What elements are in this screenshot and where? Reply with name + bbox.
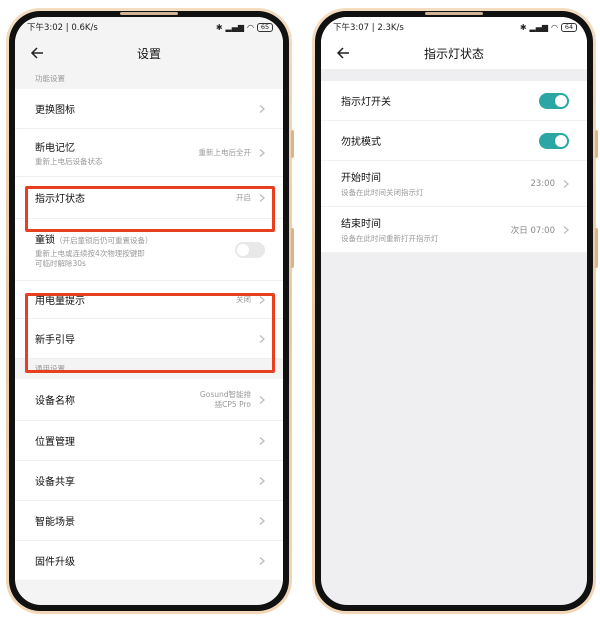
- status-bar: 下午3:02 | 0.6K/s ✱ ▂▄▆ ◠ 65: [15, 17, 283, 37]
- setting-device-sharing[interactable]: 设备共享: [15, 461, 283, 501]
- chevron-right-icon: [259, 516, 265, 525]
- indicator-switch-toggle[interactable]: [539, 92, 569, 109]
- bluetooth-icon: ✱: [215, 22, 223, 32]
- chevron-right-icon: [259, 556, 265, 565]
- setting-label: 勿扰模式: [341, 137, 381, 148]
- setting-label: 用电量提示: [35, 296, 85, 307]
- chevron-right-icon: [563, 225, 569, 234]
- chevron-right-icon: [563, 179, 569, 188]
- setting-change-icon[interactable]: 更换图标: [15, 89, 283, 129]
- side-button: [595, 130, 598, 158]
- setting-indicator-light[interactable]: 指示灯状态 开启: [15, 177, 283, 219]
- chevron-right-icon: [259, 193, 265, 202]
- setting-start-time[interactable]: 开始时间 设备在此时间关闭指示灯 23:00: [321, 161, 587, 207]
- left-phone: 下午3:02 | 0.6K/s ✱ ▂▄▆ ◠ 65 设置 功能设置 更换图标: [6, 8, 294, 614]
- setting-label: 设备共享: [35, 477, 75, 488]
- setting-value: 重新上电后全开: [198, 147, 252, 157]
- title-bar: 指示灯状态: [321, 37, 587, 69]
- setting-do-not-disturb: 勿扰模式: [321, 121, 587, 161]
- setting-power-memory[interactable]: 断电记忆 重新上电后设备状态 重新上电后全开: [15, 129, 283, 177]
- setting-child-lock: 童锁（开启童锁后仍可重置设备） 重新上电或连续按4次物理按键即 可临时解除30s: [15, 219, 283, 281]
- page-title: 设置: [136, 46, 161, 61]
- setting-indicator-switch: 指示灯开关: [321, 81, 587, 121]
- side-button: [291, 130, 294, 158]
- setting-value: 开启: [236, 192, 251, 202]
- battery-icon: 65: [257, 22, 273, 32]
- setting-value: 关闭: [236, 294, 251, 304]
- setting-beginner-guide[interactable]: 新手引导: [15, 319, 283, 359]
- setting-label: 童锁（开启童锁后仍可重置设备）: [35, 234, 153, 246]
- wifi-icon: ◠: [247, 22, 254, 32]
- setting-label: 指示灯状态: [35, 194, 85, 205]
- setting-firmware-upgrade[interactable]: 固件升级: [15, 541, 283, 581]
- settings-screen: 下午3:02 | 0.6K/s ✱ ▂▄▆ ◠ 65 设置 功能设置 更换图标: [15, 17, 283, 605]
- side-button: [595, 228, 598, 268]
- battery-icon: 64: [561, 22, 577, 32]
- section-header-general: 通用设置: [15, 359, 283, 379]
- setting-end-time[interactable]: 结束时间 设备在此时间重新打开指示灯 次日 07:00: [321, 207, 587, 253]
- chevron-right-icon: [259, 104, 265, 113]
- spacer: [321, 69, 587, 81]
- setting-value: Gosund智能排 插CP5 Pro: [199, 389, 251, 409]
- setting-sub: 设备在此时间关闭指示灯: [341, 188, 424, 197]
- right-phone: 下午3:07 | 2.3K/s ✱ ▂▄▆ ◠ 64 指示灯状态 指示灯开关 勿…: [312, 8, 598, 614]
- status-bar: 下午3:07 | 2.3K/s ✱ ▂▄▆ ◠ 64: [321, 17, 587, 37]
- child-lock-toggle[interactable]: [235, 241, 265, 258]
- status-icons: ✱ ▂▄▆ ◠ 64: [519, 22, 577, 32]
- chevron-right-icon: [259, 436, 265, 445]
- setting-label: 新手引导: [35, 335, 75, 346]
- setting-power-usage-alert[interactable]: 用电量提示 关闭: [15, 281, 283, 319]
- setting-label: 断电记忆: [35, 142, 75, 154]
- wifi-icon: ◠: [551, 22, 558, 32]
- setting-smart-scene[interactable]: 智能场景: [15, 501, 283, 541]
- setting-sub: 设备在此时间重新打开指示灯: [341, 234, 439, 243]
- section-header-features: 功能设置: [15, 69, 283, 89]
- setting-label: 位置管理: [35, 437, 75, 448]
- title-bar: 设置: [15, 37, 283, 69]
- setting-label: 更换图标: [35, 105, 75, 116]
- chevron-right-icon: [259, 295, 265, 304]
- back-arrow-icon[interactable]: [335, 45, 351, 61]
- signal-icon: ▂▄▆: [225, 22, 245, 32]
- speaker-grille: [120, 12, 178, 15]
- status-time-speed: 下午3:02 | 0.6K/s: [27, 23, 98, 33]
- setting-label: 固件升级: [35, 557, 75, 568]
- setting-sub: 重新上电后设备状态: [35, 156, 103, 166]
- chevron-right-icon: [259, 148, 265, 157]
- setting-sub: 重新上电或连续按4次物理按键即 可临时解除30s: [35, 248, 145, 268]
- setting-value: 23:00: [530, 178, 556, 189]
- chevron-right-icon: [259, 476, 265, 485]
- setting-value: 次日 07:00: [510, 225, 555, 236]
- setting-label: 指示灯开关: [341, 97, 391, 108]
- do-not-disturb-toggle[interactable]: [539, 132, 569, 149]
- signal-icon: ▂▄▆: [529, 22, 549, 32]
- speaker-grille: [425, 12, 483, 15]
- setting-device-name[interactable]: 设备名称 Gosund智能排 插CP5 Pro: [15, 379, 283, 421]
- chevron-right-icon: [259, 395, 265, 404]
- setting-label: 智能场景: [35, 517, 75, 528]
- status-icons: ✱ ▂▄▆ ◠ 65: [215, 22, 273, 32]
- back-arrow-icon[interactable]: [29, 45, 45, 61]
- setting-location[interactable]: 位置管理: [15, 421, 283, 461]
- setting-label: 开始时间: [341, 173, 381, 184]
- bluetooth-icon: ✱: [519, 22, 527, 32]
- indicator-light-screen: 下午3:07 | 2.3K/s ✱ ▂▄▆ ◠ 64 指示灯状态 指示灯开关 勿…: [321, 17, 587, 605]
- chevron-right-icon: [259, 334, 265, 343]
- setting-label: 结束时间: [341, 219, 381, 230]
- status-time-speed: 下午3:07 | 2.3K/s: [333, 23, 404, 33]
- side-button: [291, 228, 294, 268]
- setting-label: 设备名称: [35, 396, 75, 407]
- page-title: 指示灯状态: [423, 46, 484, 61]
